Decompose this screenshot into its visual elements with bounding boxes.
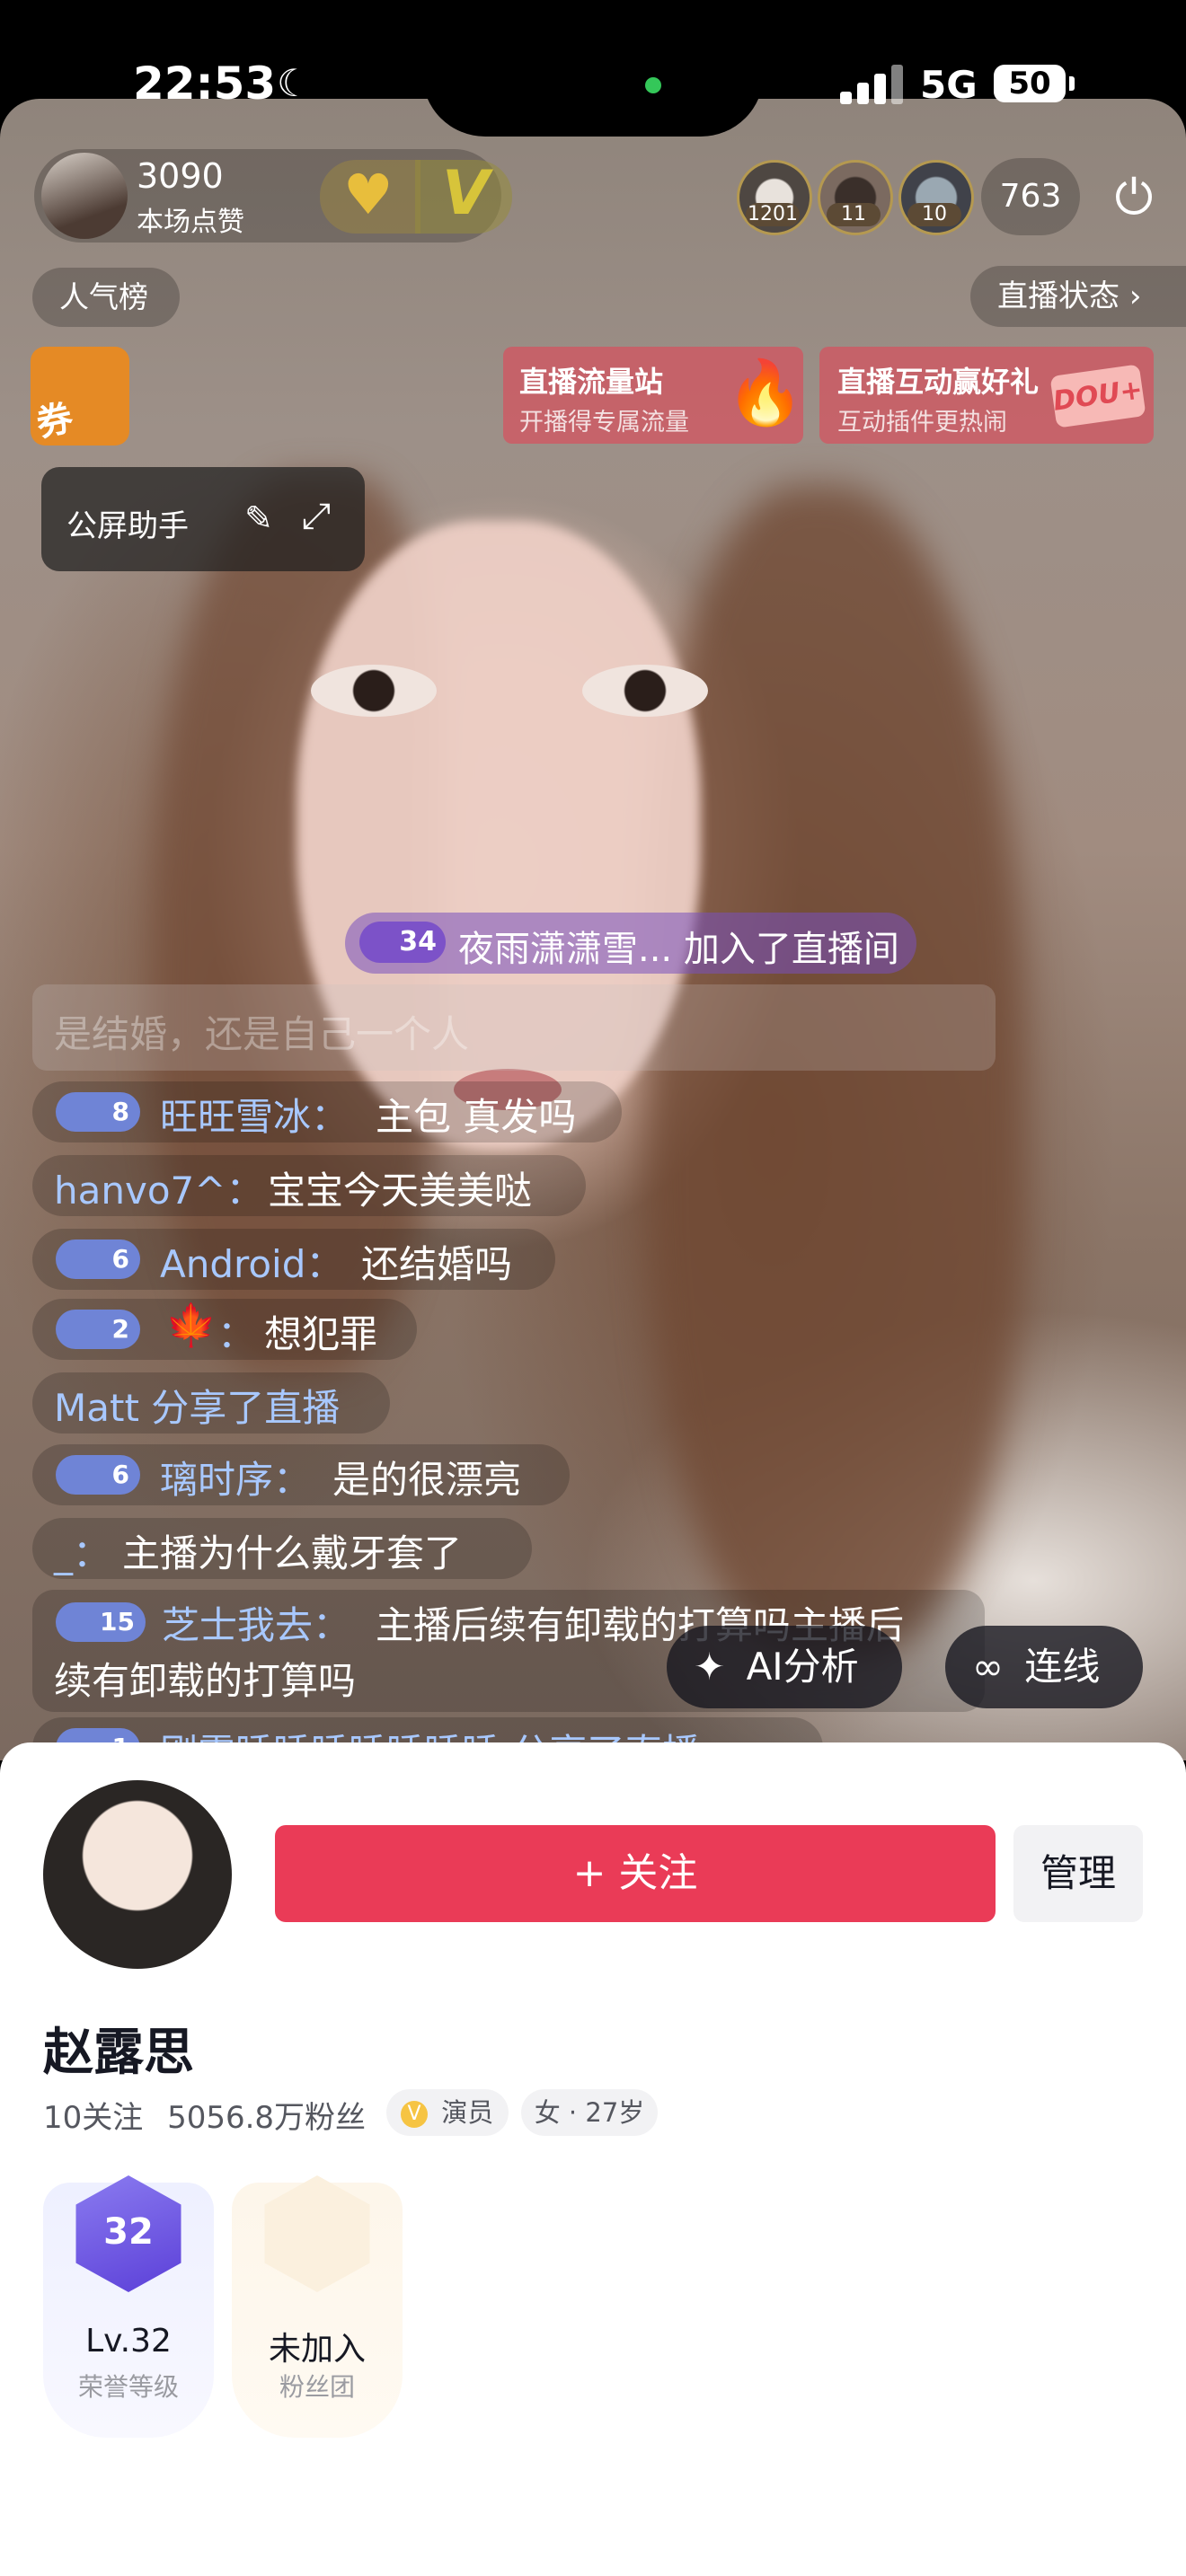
level-badge: 6 (56, 1455, 140, 1495)
chat-name[interactable]: Android： (160, 1234, 343, 1289)
ai-analysis-button[interactable]: ✦ AI分析 (667, 1626, 902, 1708)
maple-leaf-icon: 🍁 (165, 1301, 217, 1349)
live-room-screen: 22:53 ☾ 5G 50 3090 本场点赞 ♥ V 1201 11 10 7… (0, 0, 1186, 2576)
join-level-badge: 34 (359, 922, 446, 963)
dynamic-island (422, 0, 764, 137)
v-verified-icon: V (442, 158, 490, 229)
fan-club-subtitle: 粉丝团 (279, 2372, 355, 2402)
expand-icon[interactable]: ⤢ (302, 496, 331, 537)
sparkle-icon: ✦ (694, 1645, 726, 1689)
promo-traffic-subtitle: 开播得专属流量 (519, 409, 689, 437)
ai-analysis-label: AI分析 (746, 1645, 859, 1689)
chat-message: 还结婚吗 (361, 1242, 513, 1286)
signal-icon (840, 63, 903, 104)
manage-button[interactable]: 管理 (1013, 1825, 1143, 1922)
chevron-right-icon: › (1128, 278, 1142, 314)
popularity-rank-button[interactable]: 人气榜 (32, 268, 180, 327)
video-eye-right (582, 665, 708, 717)
verified-v-icon: V (401, 2101, 428, 2128)
honor-level-number: 32 (103, 2211, 154, 2253)
heart-icon: ♥ (343, 162, 394, 227)
fire-icon: 🔥 (726, 356, 805, 429)
chat-message-continued: 续有卸载的打算吗 (54, 1659, 357, 1703)
host-avatar[interactable] (41, 153, 128, 239)
viewer-badge-3: 10 (907, 203, 961, 226)
profile-avatar[interactable] (43, 1780, 232, 1969)
fan-club-title: 未加入 (268, 2331, 366, 2368)
viewer-count[interactable]: 763 (981, 158, 1080, 235)
chat-message: 是的很漂亮 (332, 1458, 522, 1502)
assistant-label: 公屏助手 (66, 508, 189, 544)
connect-label: 连线 (1024, 1645, 1101, 1689)
network-type: 5G (920, 63, 978, 107)
faded-message-text: 是结婚，还是自己一个人 (54, 1012, 470, 1056)
level-badge: 6 (56, 1239, 140, 1279)
promo-interaction-title: 直播互动赢好礼 (837, 365, 1040, 399)
link-icon: ∞ (972, 1645, 1004, 1689)
chat-name[interactable]: 芝士我去： (162, 1595, 350, 1650)
power-icon[interactable]: ⏻ (1100, 163, 1168, 232)
camera-indicator-icon (645, 77, 661, 93)
followers-count[interactable]: 5056.8万粉丝 (167, 2100, 366, 2136)
honor-level-subtitle: 荣誉等级 (77, 2372, 179, 2402)
following-count[interactable]: 10关注 (43, 2100, 143, 2136)
chat-message: 宝宝今天美美哒 (268, 1169, 533, 1213)
chat-share-text[interactable]: Matt 分享了直播 (54, 1378, 340, 1433)
profile-name: 赵露思 (43, 2024, 194, 2082)
video-eye-left (311, 665, 437, 717)
live-status-label: 直播状态 (997, 278, 1120, 314)
level-badge: 2 (56, 1310, 140, 1349)
edit-icon[interactable]: ✎ (244, 498, 273, 538)
viewer-badge-1: 1201 (746, 203, 800, 226)
viewer-badge-2: 11 (827, 203, 881, 226)
status-time: 22:53 (133, 57, 277, 110)
likes-count: 3090 (137, 156, 224, 196)
chat-name[interactable]: 璃时序： (160, 1450, 311, 1504)
chat-name[interactable]: 旺旺雪冰： (160, 1087, 349, 1142)
profile-stats: 10关注 5056.8万粉丝 (43, 2093, 366, 2137)
chat-message: 主播为什么戴牙套了 (122, 1531, 463, 1575)
promo-interaction-subtitle: 互动插件更热闹 (837, 409, 1007, 437)
live-status-button[interactable]: 直播状态 › (970, 266, 1186, 327)
chat-message: 主包 真发吗 (376, 1095, 577, 1139)
promo-traffic-title: 直播流量站 (519, 365, 664, 399)
battery-tip (1069, 76, 1075, 91)
join-notice-text: 夜雨潇潇雪... 加入了直播间 (458, 929, 899, 970)
chat-name[interactable]: _： (54, 1523, 111, 1578)
battery-icon: 50 (994, 65, 1066, 102)
gender-age-tag: 女 · 27岁 (521, 2089, 658, 2136)
chat-name[interactable]: ： (217, 1304, 255, 1359)
honor-level-title: Lv.32 (85, 2323, 172, 2360)
actor-tag: V 演员 (386, 2089, 509, 2136)
chat-name[interactable]: hanvo7^： (54, 1160, 263, 1215)
follow-button[interactable]: + 关注 (275, 1825, 996, 1922)
level-badge: 8 (56, 1092, 140, 1132)
actor-tag-label: 演员 (441, 2097, 494, 2128)
moon-icon: ☾ (277, 61, 311, 105)
level-badge: 15 (56, 1602, 146, 1642)
likes-label: 本场点赞 (137, 207, 244, 238)
connect-button[interactable]: ∞ 连线 (945, 1626, 1143, 1708)
chat-message: 想犯罪 (264, 1312, 378, 1356)
